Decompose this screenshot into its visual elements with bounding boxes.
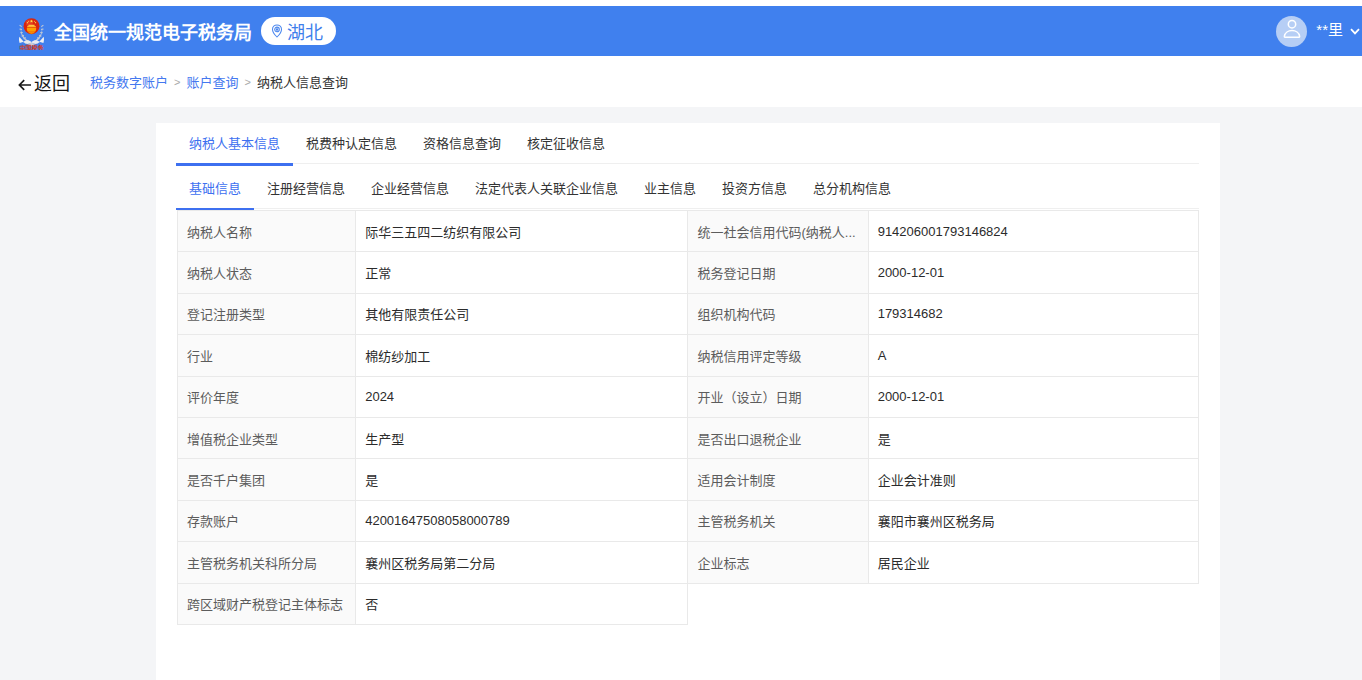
svg-text:中国税务: 中国税务 bbox=[19, 43, 44, 49]
